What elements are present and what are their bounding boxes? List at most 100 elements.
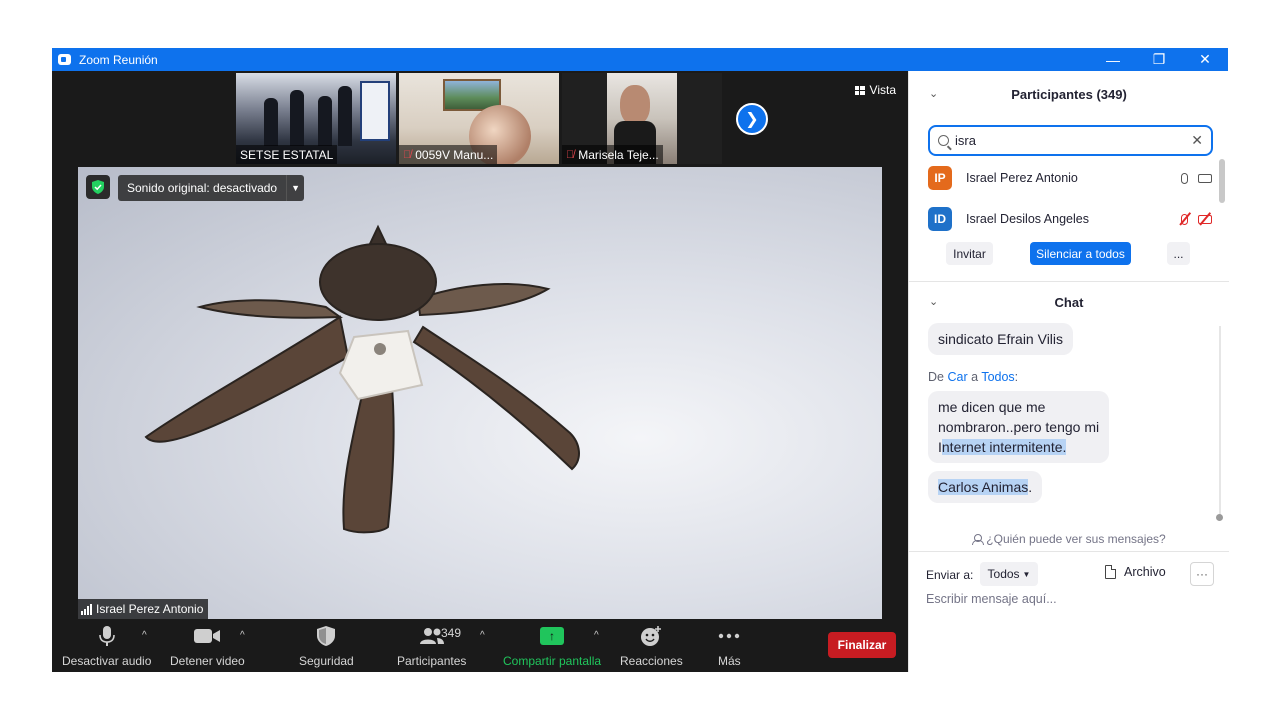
video-thumbnail[interactable]: 🎙̸ 0059V Manu... — [399, 73, 559, 164]
participants-more-button[interactable]: ... — [1167, 242, 1190, 265]
participants-options-caret-icon[interactable]: ^ — [480, 630, 485, 641]
chat-messages: sindicato Efrain Vilis De Car a Todos: m… — [909, 323, 1229, 523]
stop-video-button[interactable]: Detener video — [170, 624, 245, 668]
sender-name[interactable]: Car — [947, 370, 967, 384]
participant-list: IP Israel Perez Antonio ID Israel Desilo… — [909, 163, 1229, 231]
mute-all-button[interactable]: Silenciar a todos — [1030, 242, 1131, 265]
participant-row[interactable]: IP Israel Perez Antonio — [928, 165, 1218, 191]
chat-message: sindicato Efrain Vilis — [928, 323, 1074, 355]
participants-button[interactable]: Participantes 349 — [397, 624, 466, 668]
signal-strength-icon — [81, 603, 92, 615]
who-can-see-text: ¿Quién puede ver sus mensajes? — [986, 532, 1166, 546]
participants-label: Participantes — [397, 654, 467, 668]
share-screen-button[interactable]: ↑ Compartir pantalla — [503, 624, 601, 668]
zoom-window: Zoom Reunión — ❐ ✕ SETSE ESTATAL 🎙̸ 0059… — [52, 48, 1229, 672]
microphone-icon — [1181, 172, 1188, 184]
banner-sign — [360, 81, 390, 141]
end-meeting-button[interactable]: Finalizar — [828, 632, 896, 658]
participant-search[interactable]: isra ✕ — [928, 125, 1213, 156]
mute-audio-label: Desactivar audio — [62, 654, 152, 668]
avatar: IP — [928, 166, 952, 190]
file-icon — [1105, 565, 1116, 579]
chat-scrollbar[interactable] — [1219, 326, 1221, 516]
clear-search-icon[interactable]: ✕ — [1191, 132, 1203, 149]
chevron-down-icon[interactable]: ▼ — [286, 175, 304, 201]
chat-more-button[interactable]: ··· — [1190, 562, 1214, 586]
send-to-select[interactable]: Todos ▼ — [980, 562, 1038, 586]
grid-icon — [854, 85, 865, 95]
chat-message-text: me dicen que me — [938, 399, 1046, 415]
person-icon — [972, 533, 985, 545]
minimize-button[interactable]: — — [1090, 48, 1136, 71]
participant-row[interactable]: ID Israel Desilos Angeles — [928, 206, 1218, 231]
file-button[interactable]: Archivo — [1105, 565, 1166, 579]
reactions-button[interactable]: Reacciones — [620, 624, 683, 668]
selected-text: nternet intermitente. — [941, 439, 1067, 455]
speaker-label: Israel Perez Antonio — [78, 599, 209, 619]
video-options-caret-icon[interactable]: ^ — [240, 630, 245, 641]
audio-options-caret-icon[interactable]: ^ — [142, 630, 147, 641]
who-can-see-link[interactable]: ¿Quién puede ver sus mensajes? — [909, 527, 1229, 551]
stop-video-label: Detener video — [170, 654, 245, 668]
to-word: a — [971, 370, 979, 384]
thumbnail-strip: SETSE ESTATAL 🎙̸ 0059V Manu... 🎙̸ Marise… — [236, 73, 723, 164]
chevron-down-icon[interactable]: ⌄ — [929, 295, 938, 308]
person-silhouette — [264, 98, 278, 146]
view-button[interactable]: Vista — [854, 83, 896, 97]
video-camera-icon — [194, 624, 221, 648]
send-to-label: Enviar a: — [926, 568, 974, 582]
participant-status-icons — [1181, 172, 1212, 184]
speaker-name: Israel Perez Antonio — [96, 602, 204, 616]
reactions-label: Reacciones — [620, 654, 683, 668]
shield-icon — [317, 624, 336, 648]
video-thumbnail[interactable]: SETSE ESTATAL — [236, 73, 396, 164]
video-off-icon — [1198, 212, 1212, 226]
chat-message-input[interactable] — [926, 587, 1216, 611]
meeting-toolbar: Desactivar audio ^ Detener video ^ Segur… — [52, 620, 908, 672]
invite-button[interactable]: Invitar — [946, 242, 993, 265]
chat-message-text: Internet intermitente. — [938, 439, 1067, 455]
more-button[interactable]: Más — [718, 624, 741, 668]
video-thumbnail[interactable]: 🎙̸ Marisela Teje... — [562, 73, 722, 164]
more-label: Más — [718, 654, 741, 668]
chevron-down-icon: ▼ — [1022, 569, 1031, 579]
from-prefix: De — [928, 370, 944, 384]
search-input[interactable]: isra — [955, 133, 1191, 148]
chat-message-text: sindicato Efrain Vilis — [938, 331, 1064, 347]
chevron-down-icon[interactable]: ⌄ — [929, 87, 938, 100]
mute-audio-button[interactable]: Desactivar audio — [62, 624, 151, 668]
video-camera-icon — [1198, 173, 1212, 183]
original-sound-label: Sonido original: desactivado — [127, 181, 278, 195]
mic-muted-icon: 🎙̸ — [403, 148, 412, 161]
thumbnail-name: 0059V Manu... — [415, 147, 494, 162]
encryption-badge[interactable] — [86, 175, 110, 199]
avatar: ID — [928, 207, 952, 231]
next-page-button[interactable]: ❯ — [736, 103, 768, 135]
security-button[interactable]: Seguridad — [299, 624, 354, 668]
meeting-area: SETSE ESTATAL 🎙̸ 0059V Manu... 🎙̸ Marise… — [52, 71, 908, 672]
shield-check-icon — [92, 180, 104, 194]
thumbnail-label: 🎙̸ 0059V Manu... — [399, 145, 498, 164]
view-label: Vista — [869, 83, 896, 97]
panel-divider — [909, 281, 1229, 282]
participant-status-icons — [1178, 212, 1212, 226]
chat-sender-line: De Car a Todos: — [928, 370, 1019, 384]
original-sound-toggle[interactable]: Sonido original: desactivado ▼ — [118, 175, 305, 201]
close-button[interactable]: ✕ — [1182, 48, 1228, 71]
restore-button[interactable]: ❐ — [1136, 48, 1182, 71]
chat-scroll-thumb[interactable] — [1216, 514, 1223, 521]
person-silhouette — [318, 96, 332, 146]
chat-title: Chat — [1054, 295, 1084, 310]
selected-text: Carlos Animas — [938, 479, 1029, 495]
chevron-right-icon: ❯ — [745, 111, 759, 128]
more-dots-icon — [718, 624, 740, 648]
participant-name: Israel Perez Antonio — [966, 171, 1078, 185]
window-controls: — ❐ ✕ — [1090, 48, 1228, 71]
thumbnail-name: Marisela Teje... — [578, 147, 659, 162]
thumbnail-label: SETSE ESTATAL — [236, 145, 338, 164]
microphone-icon — [98, 624, 115, 648]
recipient-name[interactable]: Todos — [981, 370, 1014, 384]
share-options-caret-icon[interactable]: ^ — [594, 630, 599, 641]
share-screen-icon: ↑ — [540, 624, 565, 648]
participant-list-scrollbar[interactable] — [1219, 159, 1225, 203]
